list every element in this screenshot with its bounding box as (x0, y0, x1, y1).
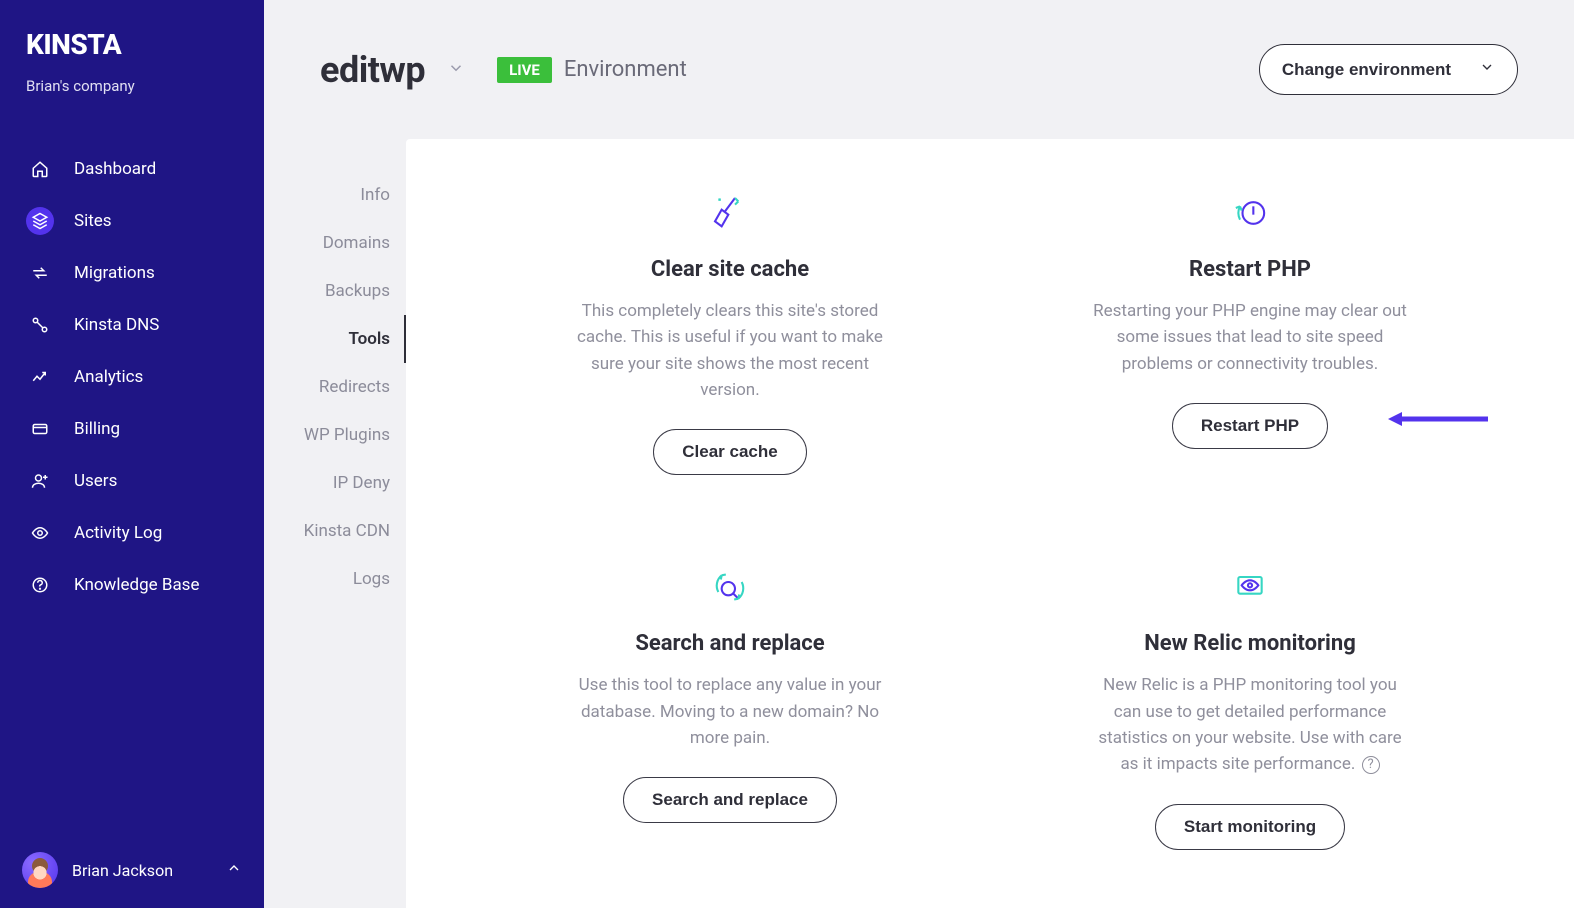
nav-knowledge-base[interactable]: Knowledge Base (0, 559, 264, 611)
site-name: editwp (320, 49, 425, 91)
nav-activity-log[interactable]: Activity Log (0, 507, 264, 559)
card-icon (26, 415, 54, 443)
nav-label: Activity Log (74, 523, 162, 543)
card-desc: New Relic is a PHP monitoring tool you c… (1090, 672, 1410, 777)
brand-logo: KINSTA (0, 28, 264, 61)
change-environment-label: Change environment (1282, 60, 1451, 80)
submenu-ip-deny[interactable]: IP Deny (264, 459, 406, 507)
nav-sites[interactable]: Sites (0, 195, 264, 247)
nav-label: Billing (74, 419, 120, 439)
chevron-down-icon (1479, 59, 1495, 80)
submenu-domains[interactable]: Domains (264, 219, 406, 267)
card-restart-php: Restart PHP Restarting your PHP engine m… (1020, 191, 1480, 475)
nav-label: Knowledge Base (74, 575, 199, 595)
nav-label: Migrations (74, 263, 155, 283)
home-icon (26, 155, 54, 183)
monitoring-icon (1020, 565, 1480, 609)
nav-label: Analytics (74, 367, 143, 387)
user-name: Brian Jackson (72, 861, 173, 880)
user-plus-icon (26, 467, 54, 495)
main-nav: Dashboard Sites Migrations Kinsta DNS An… (0, 143, 264, 611)
site-dropdown[interactable] (447, 59, 465, 81)
chart-icon (26, 363, 54, 391)
submenu-tools[interactable]: Tools (264, 315, 406, 363)
submenu-redirects[interactable]: Redirects (264, 363, 406, 411)
nav-kinsta-dns[interactable]: Kinsta DNS (0, 299, 264, 351)
nav-analytics[interactable]: Analytics (0, 351, 264, 403)
chevron-up-icon (226, 860, 242, 880)
card-title: Clear site cache (500, 257, 960, 282)
search-replace-icon (500, 565, 960, 609)
environment-label: Environment (564, 57, 687, 82)
sidebar: KINSTA Brian's company Dashboard Sites M… (0, 0, 264, 908)
tools-panel: Clear site cache This completely clears … (406, 139, 1574, 908)
broom-icon (500, 191, 960, 235)
nav-label: Sites (74, 211, 112, 231)
nav-label: Kinsta DNS (74, 315, 159, 335)
nav-billing[interactable]: Billing (0, 403, 264, 455)
card-title: Search and replace (500, 631, 960, 656)
submenu-backups[interactable]: Backups (264, 267, 406, 315)
start-monitoring-button[interactable]: Start monitoring (1155, 804, 1345, 850)
nav-dashboard[interactable]: Dashboard (0, 143, 264, 195)
change-environment-button[interactable]: Change environment (1259, 44, 1518, 95)
card-new-relic: New Relic monitoring New Relic is a PHP … (1020, 565, 1480, 849)
stack-icon (26, 207, 54, 235)
card-desc: Use this tool to replace any value in yo… (570, 672, 890, 751)
avatar (22, 852, 58, 888)
nav-migrations[interactable]: Migrations (0, 247, 264, 299)
card-search-replace: Search and replace Use this tool to repl… (500, 565, 960, 849)
help-tooltip-icon[interactable]: ? (1362, 756, 1380, 774)
dns-icon (26, 311, 54, 339)
clear-cache-button[interactable]: Clear cache (653, 429, 806, 475)
card-clear-cache: Clear site cache This completely clears … (500, 191, 960, 475)
submenu-kinsta-cdn[interactable]: Kinsta CDN (264, 507, 406, 555)
submenu-info[interactable]: Info (264, 171, 406, 219)
power-restart-icon (1020, 191, 1480, 235)
nav-label: Dashboard (74, 159, 156, 179)
restart-php-button[interactable]: Restart PHP (1172, 403, 1328, 449)
help-icon (26, 571, 54, 599)
body: Info Domains Backups Tools Redirects WP … (264, 139, 1574, 908)
topbar: editwp LIVE Environment Change environme… (264, 0, 1574, 139)
card-title: Restart PHP (1020, 257, 1480, 282)
nav-users[interactable]: Users (0, 455, 264, 507)
user-menu[interactable]: Brian Jackson (0, 852, 264, 888)
arrows-icon (26, 259, 54, 287)
submenu-wp-plugins[interactable]: WP Plugins (264, 411, 406, 459)
site-submenu: Info Domains Backups Tools Redirects WP … (264, 155, 406, 908)
nav-label: Users (74, 471, 117, 491)
eye-icon (26, 519, 54, 547)
card-title: New Relic monitoring (1020, 631, 1480, 656)
live-badge: LIVE (497, 57, 552, 83)
annotation-arrow (1388, 409, 1488, 423)
card-desc: This completely clears this site's store… (570, 298, 890, 403)
search-replace-button[interactable]: Search and replace (623, 777, 837, 823)
card-desc: Restarting your PHP engine may clear out… (1090, 298, 1410, 377)
submenu-logs[interactable]: Logs (264, 555, 406, 603)
main-area: editwp LIVE Environment Change environme… (264, 0, 1574, 908)
company-name: Brian's company (0, 61, 264, 95)
